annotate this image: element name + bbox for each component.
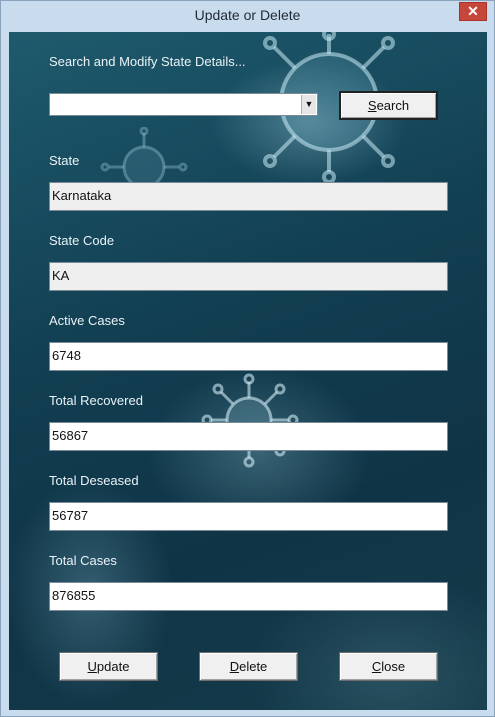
close-button-label: lose <box>381 659 406 674</box>
total-recovered-field[interactable]: 56867 <box>49 422 448 451</box>
state-search-combobox[interactable]: ▼ <box>49 93 318 116</box>
total-deseased-field[interactable]: 56787 <box>49 502 448 531</box>
title-bar[interactable]: Update or Delete ✕ <box>1 1 494 31</box>
search-button[interactable]: Search <box>339 91 438 120</box>
search-button-label: earch <box>376 98 410 113</box>
total-recovered-label: Total Recovered <box>49 393 143 408</box>
total-deseased-label: Total Deseased <box>49 473 139 488</box>
form-area: Search and Modify State Details... ▼ Sea… <box>9 32 487 710</box>
search-label: Search and Modify State Details... <box>49 54 246 69</box>
state-field[interactable]: Karnataka <box>49 182 448 211</box>
total-cases-label: Total Cases <box>49 553 117 568</box>
update-button[interactable]: Update <box>59 652 158 681</box>
chevron-down-icon[interactable]: ▼ <box>301 95 316 114</box>
update-or-delete-window: Update or Delete ✕ Search and Modify Sta… <box>0 0 495 717</box>
close-button-mnemonic: C <box>371 659 382 674</box>
state-code-label: State Code <box>49 233 115 248</box>
update-button-label: pdate <box>96 659 130 674</box>
state-code-field[interactable]: KA <box>49 262 448 291</box>
delete-button-mnemonic: D <box>229 659 240 674</box>
state-label: State <box>49 153 80 168</box>
search-button-mnemonic: S <box>367 98 377 113</box>
active-cases-label: Active Cases <box>49 313 125 328</box>
close-window-button[interactable]: ✕ <box>459 2 487 21</box>
total-cases-field[interactable]: 876855 <box>49 582 448 611</box>
delete-button-label: elete <box>239 659 268 674</box>
close-button[interactable]: Close <box>339 652 438 681</box>
delete-button[interactable]: Delete <box>199 652 298 681</box>
active-cases-field[interactable]: 6748 <box>49 342 448 371</box>
update-button-mnemonic: U <box>87 659 97 674</box>
close-icon: ✕ <box>467 3 479 19</box>
window-title: Update or Delete <box>194 7 301 23</box>
